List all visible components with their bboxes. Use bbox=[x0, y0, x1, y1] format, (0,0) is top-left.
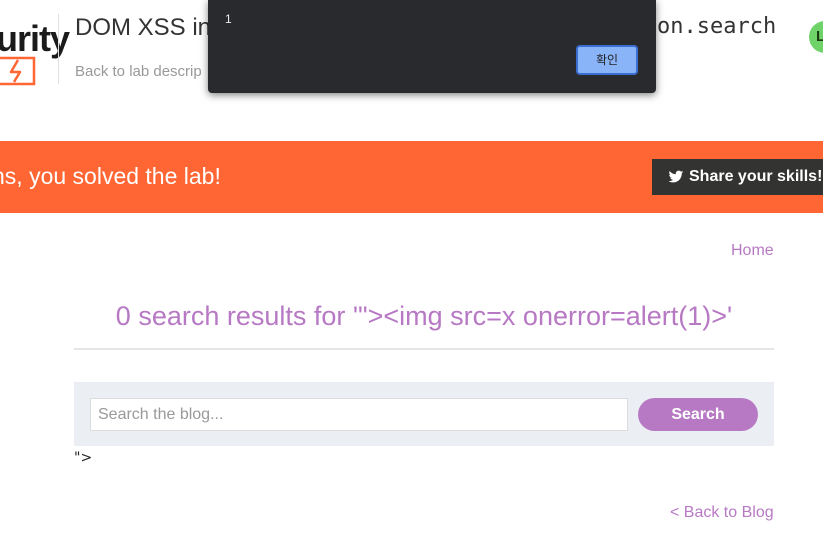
search-button[interactable]: Search bbox=[638, 398, 758, 431]
header-divider bbox=[58, 14, 59, 84]
heading-divider bbox=[74, 348, 774, 350]
search-input[interactable] bbox=[90, 398, 628, 431]
search-panel: Search bbox=[74, 382, 774, 446]
lab-title-end: on.search bbox=[657, 14, 777, 39]
share-skills-button[interactable]: Share your skills! bbox=[652, 159, 823, 195]
solved-banner: ns, you solved the lab! Share your skill… bbox=[0, 141, 823, 213]
lightning-logo-icon bbox=[0, 56, 36, 86]
home-link[interactable]: Home bbox=[731, 242, 774, 260]
share-label: Share your skills! bbox=[689, 168, 823, 185]
alert-message: 1 bbox=[225, 12, 232, 26]
twitter-icon bbox=[668, 170, 684, 183]
reflected-text: "> bbox=[74, 450, 93, 466]
alert-dialog: 1 확인 bbox=[208, 0, 656, 93]
alert-ok-button[interactable]: 확인 bbox=[576, 45, 638, 75]
search-results-heading: 0 search results for '"><img src=x onerr… bbox=[115, 301, 733, 331]
back-to-lab-link[interactable]: Back to lab descrip bbox=[75, 63, 202, 80]
back-to-blog-link[interactable]: < Back to Blog bbox=[670, 504, 774, 522]
lab-title: DOM XSS in bbox=[75, 14, 212, 41]
solved-message: ns, you solved the lab! bbox=[0, 163, 221, 189]
avatar[interactable]: L bbox=[809, 21, 823, 53]
